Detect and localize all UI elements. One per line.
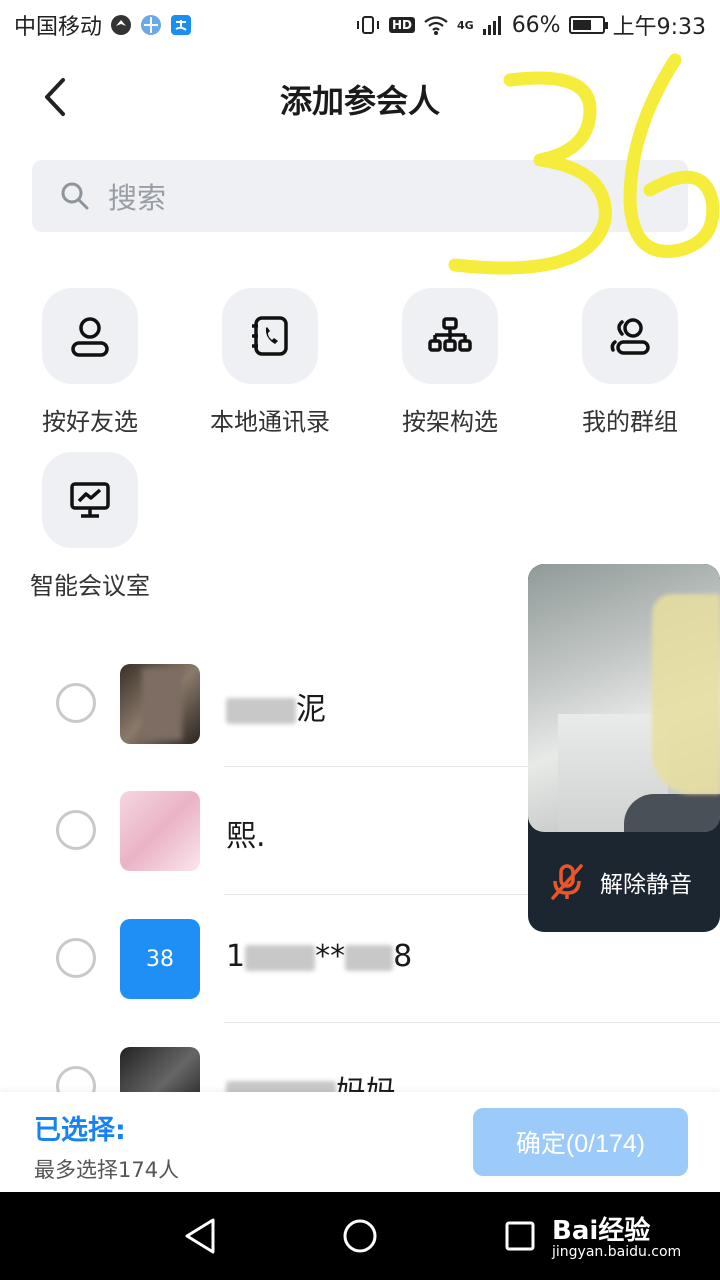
option-icon-wrap xyxy=(222,288,318,384)
vibrate-icon xyxy=(356,16,379,34)
redacted-text xyxy=(226,1080,336,1092)
watermark-url: jingyan.baidu.com xyxy=(552,1244,682,1260)
contact-name: 1 ** 8 xyxy=(226,939,412,974)
status-right: HD 4G 66% 上午9:33 xyxy=(355,9,706,41)
avatar: 38 xyxy=(120,919,200,999)
wifi-icon xyxy=(424,16,448,35)
group-icon xyxy=(610,318,650,355)
page-title: 添加参会人 xyxy=(279,82,440,120)
nav-home-icon xyxy=(343,1219,377,1253)
hd-badge: HD xyxy=(388,17,415,33)
browser-icon xyxy=(141,15,162,35)
carrier-label: 中国移动 xyxy=(14,15,103,40)
camera-feed xyxy=(528,564,720,832)
contact-name-mid: ** xyxy=(315,939,346,974)
redacted-text xyxy=(345,944,394,971)
battery-percent: 66% xyxy=(511,12,561,38)
option-meeting-room[interactable]: 智能会议室 xyxy=(0,452,180,601)
search-icon xyxy=(61,182,89,210)
option-label: 本地通讯录 xyxy=(210,408,330,436)
contact-row[interactable]: 妈妈 xyxy=(0,1023,720,1092)
select-radio[interactable] xyxy=(56,810,96,850)
option-icon-wrap xyxy=(42,452,138,548)
unmute-label: 解除静音 xyxy=(600,872,692,898)
system-nav-bar: Bai经验 jingyan.baidu.com xyxy=(0,1192,720,1280)
org-chart-icon xyxy=(428,317,472,352)
nav-back-button[interactable] xyxy=(178,1214,222,1258)
avatar-text: 38 xyxy=(146,946,174,972)
search-input[interactable]: 搜索 xyxy=(32,160,688,232)
option-icon-wrap xyxy=(582,288,678,384)
mic-muted-icon xyxy=(551,864,583,900)
person-icon xyxy=(71,317,109,357)
option-label: 按好友选 xyxy=(42,408,138,436)
selected-label: 已选择: xyxy=(34,1115,126,1146)
contact-name: 妈妈 xyxy=(226,1067,396,1092)
search-placeholder: 搜索 xyxy=(108,181,167,215)
nav-recents-icon xyxy=(505,1221,535,1251)
contact-name-visible: 妈妈 xyxy=(336,1075,396,1092)
nav-home-button[interactable] xyxy=(338,1214,382,1258)
option-label: 按架构选 xyxy=(402,408,498,436)
option-label: 智能会议室 xyxy=(30,572,150,600)
selection-footer: 已选择: 最多选择174人 确定(0/174) xyxy=(0,1092,720,1192)
signal-icon xyxy=(482,16,501,35)
redacted-text xyxy=(245,944,316,971)
select-radio[interactable] xyxy=(56,1066,96,1092)
contact-name-visible: 1 xyxy=(226,939,246,974)
contact-name-visible: 泥 xyxy=(296,692,326,727)
notification-icon xyxy=(111,15,132,35)
contact-name: 熙. xyxy=(226,819,266,854)
option-icon-wrap xyxy=(402,288,498,384)
option-label: 我的群组 xyxy=(582,408,678,436)
option-by-org[interactable]: 按架构选 xyxy=(360,288,540,437)
watermark-logo: Bai经验 xyxy=(552,1216,651,1246)
avatar xyxy=(120,664,200,744)
phonebook-icon xyxy=(252,316,288,356)
option-by-friend[interactable]: 按好友选 xyxy=(0,288,180,437)
contact-name: 泥 xyxy=(226,684,326,728)
option-my-groups[interactable]: 我的群组 xyxy=(540,288,720,437)
nav-back-icon xyxy=(185,1218,215,1254)
header: 添加参会人 xyxy=(0,50,720,144)
unmute-button[interactable]: 解除静音 xyxy=(528,832,720,932)
status-left: 中国移动 xyxy=(14,9,192,41)
max-selection-label: 最多选择174人 xyxy=(34,1158,180,1182)
avatar xyxy=(120,791,200,871)
video-preview-window[interactable]: 解除静音 xyxy=(528,564,720,932)
contact-name-tail: 8 xyxy=(393,939,413,974)
clock: 上午9:33 xyxy=(612,15,706,40)
status-bar: 中国移动 HD 4G 66% 上午9:33 xyxy=(0,0,720,50)
battery-icon xyxy=(568,16,608,34)
option-icon-wrap xyxy=(42,288,138,384)
network-type: 4G xyxy=(457,18,474,32)
select-radio[interactable] xyxy=(56,938,96,978)
battery-fill xyxy=(572,20,591,30)
nav-recents-button[interactable] xyxy=(498,1214,542,1258)
redacted-text xyxy=(226,697,296,724)
option-local-contacts[interactable]: 本地通讯录 xyxy=(180,288,360,437)
meeting-room-icon xyxy=(70,482,110,518)
confirm-button[interactable]: 确定(0/174) xyxy=(473,1108,688,1176)
select-radio[interactable] xyxy=(56,683,96,723)
avatar xyxy=(120,1047,200,1092)
alipay-icon xyxy=(171,15,192,35)
